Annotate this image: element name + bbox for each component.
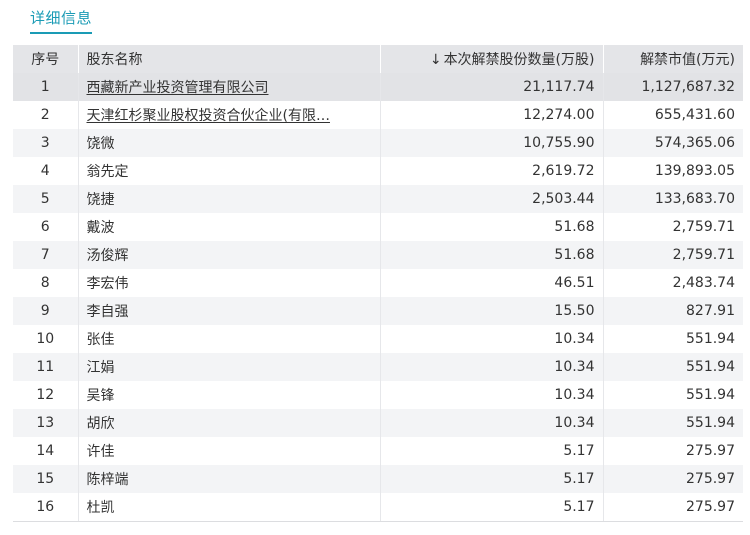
arrow-down-icon: ↓ — [429, 52, 442, 68]
row-index: 10 — [13, 325, 79, 353]
table-row[interactable]: 10 张佳 10.34 551.94 — [13, 325, 743, 353]
row-unlock-market-value: 551.94 — [603, 381, 743, 409]
row-unlock-quantity: 12,274.00 — [380, 101, 604, 129]
row-unlock-market-value: 551.94 — [603, 353, 743, 381]
row-unlock-quantity: 2,619.72 — [380, 157, 604, 185]
header-unlock-quantity[interactable]: ↓ 本次解禁股份数量(万股) — [380, 45, 604, 73]
header-index: 序号 — [13, 45, 79, 73]
row-index: 1 — [13, 73, 79, 101]
row-unlock-market-value: 139,893.05 — [603, 157, 743, 185]
row-index: 3 — [13, 129, 79, 157]
row-unlock-market-value: 655,431.60 — [603, 101, 743, 129]
row-unlock-market-value: 1,127,687.32 — [603, 73, 743, 101]
row-index: 15 — [13, 465, 79, 493]
row-unlock-quantity: 10,755.90 — [380, 129, 604, 157]
row-shareholder-name[interactable]: 饶微 — [78, 129, 381, 157]
row-shareholder-name[interactable]: 吴锋 — [78, 381, 381, 409]
row-unlock-quantity: 10.34 — [380, 325, 604, 353]
row-shareholder-name[interactable]: 西藏新产业投资管理有限公司 — [78, 73, 381, 101]
row-unlock-quantity: 5.17 — [380, 493, 604, 522]
row-index: 5 — [13, 185, 79, 213]
header-unlock-market-value[interactable]: 解禁市值(万元) — [603, 45, 743, 73]
row-unlock-quantity: 51.68 — [380, 241, 604, 269]
row-index: 16 — [13, 493, 79, 522]
table-row[interactable]: 15 陈梓端 5.17 275.97 — [13, 465, 743, 493]
table-row[interactable]: 7 汤俊辉 51.68 2,759.71 — [13, 241, 743, 269]
header-shareholder-name: 股东名称 — [78, 45, 381, 73]
row-unlock-market-value: 551.94 — [603, 409, 743, 437]
table-row[interactable]: 11 江娟 10.34 551.94 — [13, 353, 743, 381]
row-index: 6 — [13, 213, 79, 241]
row-shareholder-name[interactable]: 翁先定 — [78, 157, 381, 185]
row-unlock-market-value: 275.97 — [603, 493, 743, 522]
table-row[interactable]: 13 胡欣 10.34 551.94 — [13, 409, 743, 437]
row-unlock-market-value: 574,365.06 — [603, 129, 743, 157]
header-unlock-quantity-label: 本次解禁股份数量(万股) — [443, 52, 595, 68]
row-unlock-market-value: 133,683.70 — [603, 185, 743, 213]
table-row[interactable]: 16 杜凯 5.17 275.97 — [13, 493, 743, 522]
row-index: 4 — [13, 157, 79, 185]
row-unlock-quantity: 15.50 — [380, 297, 604, 325]
row-index: 13 — [13, 409, 79, 437]
row-index: 12 — [13, 381, 79, 409]
row-shareholder-name[interactable]: 张佳 — [78, 325, 381, 353]
row-unlock-market-value: 827.91 — [603, 297, 743, 325]
row-index: 8 — [13, 269, 79, 297]
row-unlock-quantity: 5.17 — [380, 437, 604, 465]
row-shareholder-name[interactable]: 汤俊辉 — [78, 241, 381, 269]
row-unlock-quantity: 46.51 — [380, 269, 604, 297]
row-unlock-quantity: 10.34 — [380, 381, 604, 409]
table-row[interactable]: 5 饶捷 2,503.44 133,683.70 — [13, 185, 743, 213]
shareholder-unlock-table: 序号 股东名称 ↓ 本次解禁股份数量(万股) 解禁市值(万元) 1 西藏新产业投资管… — [13, 45, 743, 522]
row-shareholder-name[interactable]: 戴波 — [78, 213, 381, 241]
row-shareholder-name[interactable]: 江娟 — [78, 353, 381, 381]
row-unlock-market-value: 2,759.71 — [603, 213, 743, 241]
tab-bar: 详细信息 — [30, 6, 93, 34]
row-unlock-quantity: 51.68 — [380, 213, 604, 241]
row-index: 2 — [13, 101, 79, 129]
row-shareholder-name[interactable]: 饶捷 — [78, 185, 381, 213]
row-shareholder-name[interactable]: 杜凯 — [78, 493, 381, 522]
row-unlock-market-value: 2,759.71 — [603, 241, 743, 269]
table-header-row: 序号 股东名称 ↓ 本次解禁股份数量(万股) 解禁市值(万元) — [13, 45, 743, 73]
table-body: 1 西藏新产业投资管理有限公司 21,117.74 1,127,687.32 2 天津红杉… — [13, 73, 743, 522]
tab-detail-info[interactable]: 详细信息 — [30, 6, 93, 34]
table-row[interactable]: 3 饶微 10,755.90 574,365.06 — [13, 129, 743, 157]
row-unlock-quantity: 10.34 — [380, 353, 604, 381]
row-shareholder-name[interactable]: 许佳 — [78, 437, 381, 465]
row-unlock-market-value: 275.97 — [603, 437, 743, 465]
row-unlock-market-value: 551.94 — [603, 325, 743, 353]
table-row[interactable]: 1 西藏新产业投资管理有限公司 21,117.74 1,127,687.32 — [13, 73, 743, 101]
row-shareholder-name[interactable]: 天津红杉聚业股权投资合伙企业(有限… — [78, 101, 381, 129]
row-unlock-market-value: 2,483.74 — [603, 269, 743, 297]
row-index: 7 — [13, 241, 79, 269]
table-row[interactable]: 9 李自强 15.50 827.91 — [13, 297, 743, 325]
table-row[interactable]: 6 戴波 51.68 2,759.71 — [13, 213, 743, 241]
table-row[interactable]: 2 天津红杉聚业股权投资合伙企业(有限… 12,274.00 655,431.60 — [13, 101, 743, 129]
row-unlock-quantity: 10.34 — [380, 409, 604, 437]
row-index: 11 — [13, 353, 79, 381]
table-row[interactable]: 12 吴锋 10.34 551.94 — [13, 381, 743, 409]
row-shareholder-name[interactable]: 李自强 — [78, 297, 381, 325]
row-shareholder-name[interactable]: 李宏伟 — [78, 269, 381, 297]
row-shareholder-name[interactable]: 陈梓端 — [78, 465, 381, 493]
shareholder-table-container: 序号 股东名称 ↓ 本次解禁股份数量(万股) 解禁市值(万元) 1 西藏新产业投资管… — [13, 45, 743, 522]
row-index: 14 — [13, 437, 79, 465]
row-shareholder-name[interactable]: 胡欣 — [78, 409, 381, 437]
row-unlock-quantity: 2,503.44 — [380, 185, 604, 213]
table-row[interactable]: 4 翁先定 2,619.72 139,893.05 — [13, 157, 743, 185]
row-index: 9 — [13, 297, 79, 325]
row-unlock-quantity: 21,117.74 — [380, 73, 604, 101]
table-row[interactable]: 8 李宏伟 46.51 2,483.74 — [13, 269, 743, 297]
table-row[interactable]: 14 许佳 5.17 275.97 — [13, 437, 743, 465]
row-unlock-market-value: 275.97 — [603, 465, 743, 493]
row-unlock-quantity: 5.17 — [380, 465, 604, 493]
